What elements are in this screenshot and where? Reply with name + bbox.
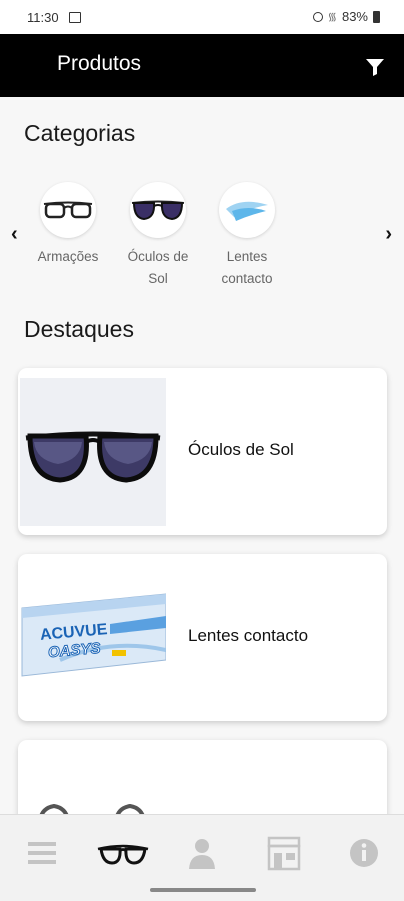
person-icon[interactable] bbox=[182, 833, 222, 873]
highlight-card-lentes-contacto[interactable]: ACUVUE OASYS Lentes contacto bbox=[18, 554, 387, 721]
filter-icon[interactable] bbox=[364, 56, 386, 78]
eyeglasses-icon bbox=[40, 182, 96, 238]
store-icon[interactable] bbox=[264, 833, 304, 873]
app-bar: Produtos bbox=[0, 34, 404, 97]
acuvue-oasys-box-image: ACUVUE OASYS bbox=[20, 564, 167, 712]
category-lentes-contacto[interactable]: Lentes contacto bbox=[201, 182, 293, 290]
info-icon[interactable] bbox=[344, 833, 384, 873]
status-time: 11:30 bbox=[27, 10, 59, 25]
sunglasses-image bbox=[20, 378, 166, 526]
page-title: Produtos bbox=[57, 52, 142, 75]
highlight-label: Lentes contacto bbox=[188, 626, 309, 645]
chevron-left-icon[interactable]: ‹ bbox=[11, 223, 18, 246]
glasses-icon[interactable] bbox=[96, 833, 150, 873]
category-label: Armações bbox=[37, 249, 99, 264]
highlight-label: Óculos de Sol bbox=[188, 440, 294, 459]
category-label: Óculos de Sol bbox=[127, 249, 189, 286]
highlight-card-oculos-de-sol[interactable]: Óculos de Sol bbox=[18, 368, 387, 535]
gallery-notification-icon bbox=[69, 12, 81, 23]
sunglasses-icon bbox=[130, 182, 186, 238]
menu-icon[interactable] bbox=[22, 833, 62, 873]
alarm-icon bbox=[312, 11, 323, 22]
highlights-title: Destaques bbox=[24, 316, 134, 342]
wifi-icon: ᯾ bbox=[327, 11, 337, 23]
category-label: Lentes contacto bbox=[221, 249, 273, 286]
category-armacoes[interactable]: Armações bbox=[22, 182, 114, 268]
category-oculos-de-sol[interactable]: Óculos de Sol bbox=[112, 182, 204, 290]
chevron-right-icon[interactable]: › bbox=[385, 223, 392, 246]
home-indicator bbox=[150, 888, 256, 892]
contact-lens-icon bbox=[219, 182, 275, 238]
battery-percent: 83% bbox=[341, 9, 368, 24]
categories-title: Categorias bbox=[24, 120, 136, 146]
battery-icon bbox=[373, 10, 380, 23]
status-right: ᯾ 83% bbox=[312, 9, 380, 24]
status-bar: 11:30 ᯾ 83% bbox=[0, 0, 404, 34]
